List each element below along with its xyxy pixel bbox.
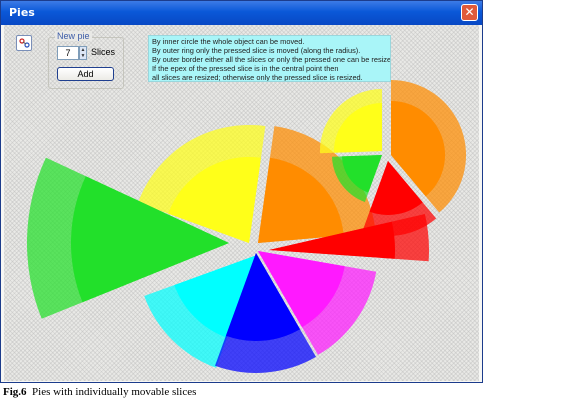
- pies-window: Pies ✕ New pie 7 ▲ ▼ Slices Add By inner …: [0, 0, 483, 383]
- slices-label: Slices: [91, 47, 116, 57]
- new-pie-group-label: New pie: [55, 31, 92, 41]
- new-pie-group: New pie 7 ▲ ▼ Slices Add: [48, 31, 124, 89]
- info-line: By outer ring only the pressed slice is …: [152, 46, 361, 56]
- info-line: all slices are resized; otherwise only t…: [152, 73, 363, 82]
- pie-canvas-area[interactable]: New pie 7 ▲ ▼ Slices Add By inner circle …: [4, 25, 479, 381]
- slices-count-input[interactable]: 7: [57, 46, 79, 60]
- slice-yellow-small[interactable]: [319, 88, 382, 154]
- slices-spinner-arrows[interactable]: ▲ ▼: [79, 46, 87, 60]
- add-pie-button[interactable]: Add: [57, 67, 114, 81]
- figure-caption-text: Pies with individually movable slices: [32, 386, 197, 398]
- title-bar[interactable]: Pies ✕: [1, 1, 482, 25]
- info-box: By inner circle the whole object can be …: [148, 35, 391, 82]
- info-line: If the epex of the pressed slice is in t…: [152, 64, 339, 74]
- info-line: By inner circle the whole object can be …: [152, 37, 305, 46]
- close-button[interactable]: ✕: [461, 4, 478, 21]
- window-title: Pies: [9, 6, 35, 19]
- figure-label: Fig.6: [3, 386, 27, 398]
- pie-tool-icon[interactable]: [16, 35, 32, 51]
- info-line: By outer border either all the slices or…: [152, 55, 391, 65]
- figure-caption: Fig.6 Pies with individually movable sli…: [3, 386, 196, 398]
